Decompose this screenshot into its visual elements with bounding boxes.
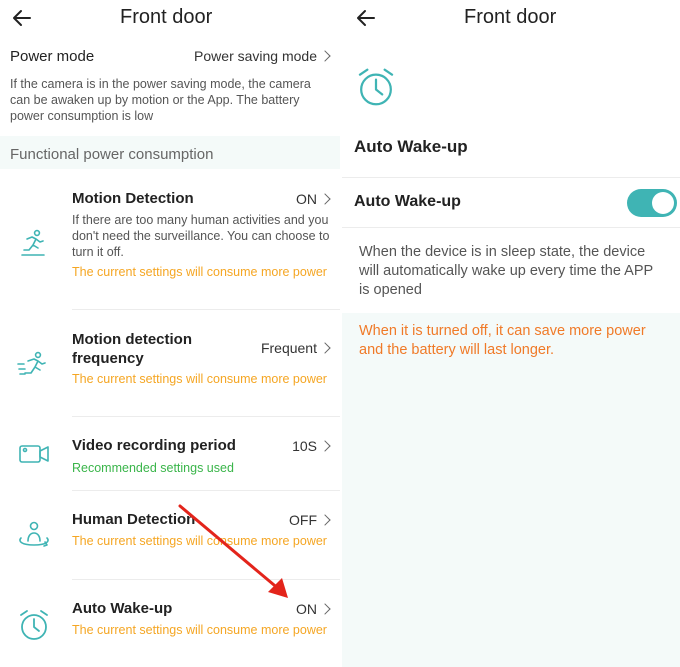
auto-wakeup-toggle[interactable] xyxy=(627,189,677,217)
motion-frequency-title: Motion detection frequency xyxy=(72,330,192,368)
feature-description: When the device is in sleep state, the d… xyxy=(359,244,653,298)
toggle-knob xyxy=(652,192,674,214)
back-arrow-icon[interactable] xyxy=(12,9,32,27)
human-detection-title: Human Detection xyxy=(72,511,196,528)
human-detection-icon xyxy=(17,519,51,554)
chevron-right-icon xyxy=(319,603,331,615)
page-title: Front door xyxy=(120,6,213,28)
running-person-frequency-icon xyxy=(16,350,48,387)
motion-frequency-value: Frequent xyxy=(261,340,332,356)
motion-frequency-title-line2: frequency xyxy=(72,350,144,367)
motion-frequency-value-text: Frequent xyxy=(260,340,317,356)
page-title: Front door xyxy=(464,6,557,28)
section-band: Functional power consumption xyxy=(0,136,340,169)
auto-wakeup-title: Auto Wake-up xyxy=(72,600,173,617)
chevron-right-icon xyxy=(319,50,331,62)
chevron-right-icon xyxy=(319,514,331,526)
human-detection-row[interactable]: Human Detection OFF The current settings… xyxy=(0,491,340,578)
motion-detection-value: ON xyxy=(296,191,332,207)
video-recording-title: Video recording period xyxy=(72,437,236,454)
motion-frequency-title-line1: Motion detection xyxy=(72,331,192,348)
auto-wakeup-note: The current settings will consume more p… xyxy=(72,623,327,637)
running-person-icon xyxy=(18,228,48,263)
video-recording-value-text: 10S xyxy=(292,438,317,454)
back-arrow-icon[interactable] xyxy=(356,9,376,27)
feature-heading: Auto Wake-up xyxy=(354,137,468,156)
divider xyxy=(342,177,680,178)
video-camera-icon xyxy=(18,441,50,472)
motion-frequency-note: The current settings will consume more p… xyxy=(72,372,327,386)
chevron-right-icon xyxy=(319,342,331,354)
auto-wakeup-value-text: ON xyxy=(296,601,317,617)
motion-detection-title: Motion Detection xyxy=(72,190,194,207)
power-mode-label: Power mode xyxy=(10,48,95,65)
power-saving-note: When it is turned off, it can save more … xyxy=(359,323,646,358)
motion-detection-note: The current settings will consume more p… xyxy=(72,265,327,279)
left-screen: Front door Power mode Power saving mode … xyxy=(0,0,340,667)
human-detection-note: The current settings will consume more p… xyxy=(72,534,327,548)
video-recording-row[interactable]: Video recording period 10S Recommended s… xyxy=(0,417,340,489)
motion-detection-description: If there are too many human activities a… xyxy=(72,213,330,259)
chevron-right-icon xyxy=(319,193,331,205)
power-mode-description: If the camera is in the power saving mod… xyxy=(10,77,311,123)
motion-frequency-row[interactable]: Motion detection frequency Frequent The … xyxy=(0,310,340,415)
chevron-right-icon xyxy=(319,440,331,452)
right-screen: Front door Auto Wake-up Auto Wake-up Whe… xyxy=(342,0,680,667)
divider xyxy=(342,227,680,228)
section-label: Functional power consumption xyxy=(10,146,214,163)
video-recording-value: 10S xyxy=(292,438,332,454)
auto-wakeup-value: ON xyxy=(296,601,332,617)
alarm-clock-icon xyxy=(18,608,50,647)
motion-detection-row[interactable]: Motion Detection ON If there are too man… xyxy=(0,180,340,308)
video-recording-note: Recommended settings used xyxy=(72,461,234,475)
power-mode-value: Power saving mode xyxy=(194,48,332,64)
alarm-clock-icon xyxy=(356,66,396,113)
auto-wakeup-row[interactable]: Auto Wake-up ON The current settings wil… xyxy=(0,580,340,667)
power-mode-row[interactable]: Power mode Power saving mode xyxy=(10,45,332,75)
motion-detection-value-text: ON xyxy=(296,191,317,207)
human-detection-value-text: OFF xyxy=(289,512,317,528)
power-mode-value-text: Power saving mode xyxy=(194,48,317,64)
toggle-label: Auto Wake-up xyxy=(354,193,461,210)
human-detection-value: OFF xyxy=(289,512,332,528)
